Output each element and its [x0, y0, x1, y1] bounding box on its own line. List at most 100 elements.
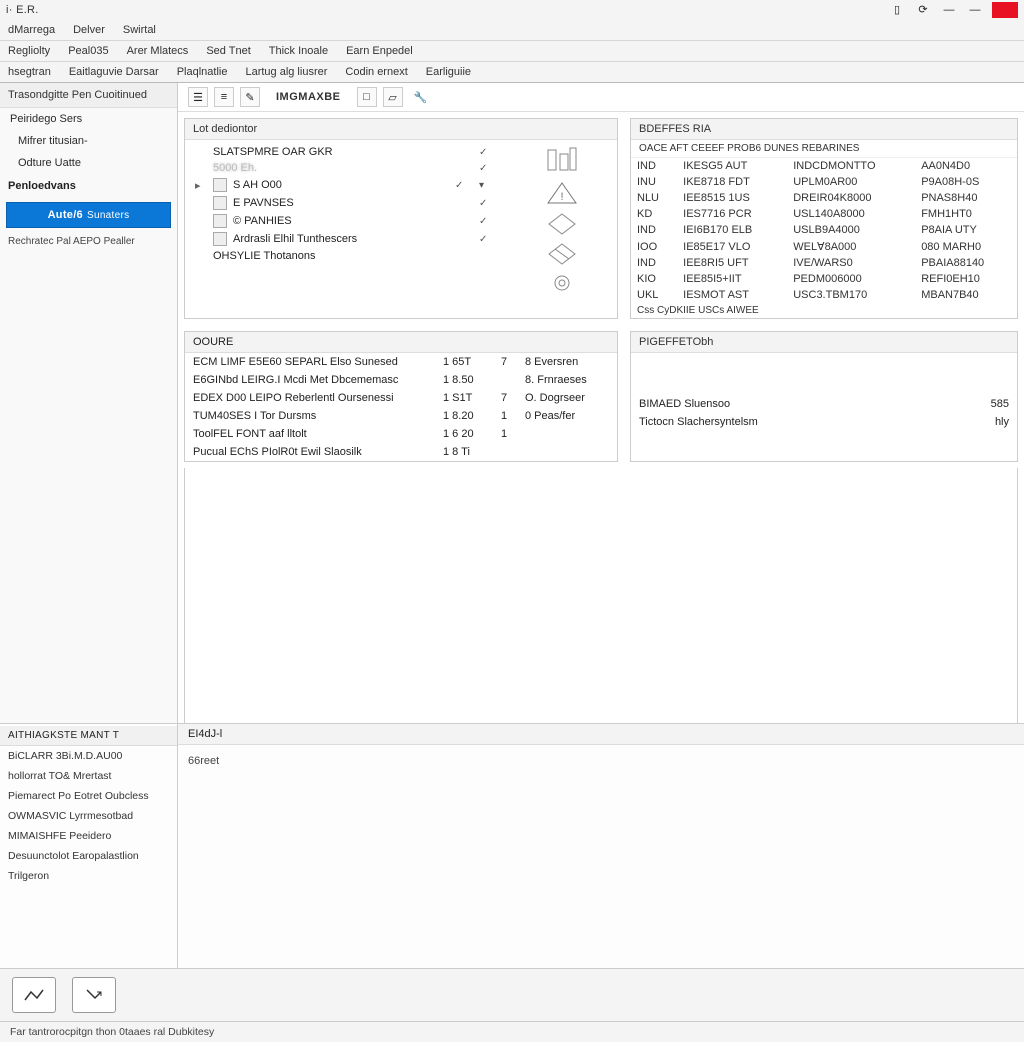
toolbar-btn-2[interactable]: ≡ — [214, 87, 234, 107]
menu2-item-1[interactable]: Peal035 — [68, 45, 108, 57]
table-row[interactable]: INDIEI6B170 ELBUSLB9A4000P8AIA UTY — [631, 222, 1017, 238]
win-icon-2[interactable]: ⟳ — [914, 3, 932, 17]
menu3-item-0[interactable]: hsegtran — [8, 66, 51, 78]
menu1-item-1[interactable]: Delver — [73, 24, 105, 36]
properties-header: PIGEFFETObh — [631, 332, 1017, 353]
diamond-icon — [547, 212, 577, 236]
illustration-column: ! — [507, 140, 617, 300]
lower-right-body: 66reet — [178, 745, 1024, 777]
table-row[interactable]: INDIKESG5 AUTINDCDMONTTOAA0N4D0 — [631, 158, 1017, 174]
menu2-item-2[interactable]: Arer Mlatecs — [127, 45, 189, 57]
close-button[interactable] — [992, 2, 1018, 18]
grid-header-label: OOURE — [185, 332, 617, 352]
lower-left-header: AITHIAGKSTE MANT T — [0, 726, 177, 746]
main-area: ☰ ≡ ✎ IMGMAXBE □ ▱ 🔧 Lot dediontor SLATS… — [178, 83, 1024, 723]
menu1-item-0[interactable]: dMarrega — [8, 24, 55, 36]
table-row[interactable]: IOOIE85E17 VLOWEL∀8A000080 MARH0 — [631, 238, 1017, 255]
brand-button[interactable]: Aute/6Sunaters — [6, 202, 171, 228]
table-row[interactable]: KDIES7716 PCRUSL140A8000FMH1HT0 — [631, 206, 1017, 222]
lower-right-tab[interactable]: EI4dJ-l — [178, 724, 1024, 745]
diamond-icon-2 — [547, 242, 577, 266]
menubar-2: Regliolty Peal035 Arer Mlatecs Sed Tnet … — [0, 41, 1024, 62]
data-panel-subheader: OACE AFT CEEEF PROB6 DUNES REBARINES — [631, 140, 1017, 158]
tree: SLATSPMRE OAR GKR✓ 5000 Eh.✓ ▸S AH O00✓▾… — [185, 140, 507, 300]
menu3-item-3[interactable]: Lartug alg liusrer — [245, 66, 327, 78]
ll-item[interactable]: MIMAISHFE Peeidero — [0, 826, 177, 846]
window-buttons: ▯ ⟳ — — — [888, 2, 1018, 18]
menu1-item-2[interactable]: Swirtal — [123, 24, 156, 36]
table-row[interactable]: NLUIEE8515 1USDREIR04K8000PNAS8H40 — [631, 190, 1017, 206]
ll-item[interactable]: Trilgeron — [0, 866, 177, 886]
lower-right-panel: EI4dJ-l 66reet — [178, 724, 1024, 968]
sidebar-section-title: Penloedvans — [0, 174, 177, 198]
tree-row: SLATSPMRE OAR GKR✓ — [185, 144, 507, 160]
statusbar: Far tantrorocpitgn thon 0taaes ral Dubki… — [0, 1021, 1024, 1042]
grid-row[interactable]: E6GINbd LEIRG.I Mcdi Met Dbcememasc1 8.5… — [185, 371, 617, 389]
menubar-1: dMarrega Delver Swirtal — [0, 20, 1024, 41]
ll-item[interactable]: OWMASVIC Lyrrmesotbad — [0, 806, 177, 826]
bottom-button-bar — [0, 968, 1024, 1021]
win-icon-3[interactable]: — — [940, 3, 958, 17]
triangle-warning-icon: ! — [545, 180, 579, 206]
sidebar-link-2[interactable]: Mifrer titusian- — [0, 130, 177, 152]
menu2-item-5[interactable]: Earn Enpedel — [346, 45, 413, 57]
ll-item[interactable]: hollorrat TO& Mrertast — [0, 766, 177, 786]
tree-row: 5000 Eh.✓ — [185, 160, 507, 176]
grid-row[interactable]: ECM LIMF E5E60 SEPARL Elso Sunesed1 65T7… — [185, 353, 617, 371]
tree-row: © PANHIES✓ — [185, 212, 507, 230]
table-row[interactable]: INDIEE8RI5 UFTIVE/WARS0PBAIA88140 — [631, 255, 1017, 271]
menu2-item-0[interactable]: Regliolty — [8, 45, 50, 57]
toolbar-label: IMGMAXBE — [276, 91, 341, 103]
menu3-item-4[interactable]: Codin ernext — [345, 66, 407, 78]
brand-sub: Sunaters — [87, 210, 129, 221]
ll-item[interactable]: Desuunctolot Earopalastlion — [0, 846, 177, 866]
menu2-item-3[interactable]: Sed Tnet — [206, 45, 250, 57]
bottom-button-1[interactable] — [12, 977, 56, 1013]
menu3-item-5[interactable]: Earliguiie — [426, 66, 471, 78]
wrench-icon[interactable]: 🔧 — [411, 87, 431, 107]
node-icon — [213, 214, 227, 228]
sidebar-link-1[interactable]: Peiridego Sers — [0, 108, 177, 130]
lower-region: AITHIAGKSTE MANT T BiCLARR 3Bi.M.D.AU00 … — [0, 723, 1024, 968]
menubar-3: hsegtran Eaitlaguvie Darsar Plaqlnatlie … — [0, 62, 1024, 83]
lower-left-panel: AITHIAGKSTE MANT T BiCLARR 3Bi.M.D.AU00 … — [0, 724, 178, 968]
grid-row[interactable]: EDEX D00 LEIPO Reberlentl Oursenessi1 S1… — [185, 389, 617, 407]
sidebar-tab[interactable]: Trasondgitte Pen Cuoitinued — [0, 83, 177, 108]
ll-item[interactable]: Piemarect Po Eotret Oubcless — [0, 786, 177, 806]
table-row[interactable]: UKLIESMOT ASTUSC3.TBM170MBAN7B40 — [631, 287, 1017, 303]
tree-panel-header: Lot dediontor — [185, 119, 617, 140]
toolbar-btn-1[interactable]: ☰ — [188, 87, 208, 107]
table-row[interactable]: KIOIEE85I5+IITPEDM006000REFI0EH10 — [631, 271, 1017, 287]
grid-row[interactable]: ToolFEL FONT aaf lltolt1 6 201 — [185, 425, 617, 443]
data-panel-trail: Css CyDKIIE USCs AIWEE — [631, 303, 1017, 318]
ll-item[interactable]: BiCLARR 3Bi.M.D.AU00 — [0, 746, 177, 766]
toolbar-btn-3[interactable]: ✎ — [240, 87, 260, 107]
titlebar: i· E.R. ▯ ⟳ — — — [0, 0, 1024, 20]
svg-text:!: ! — [560, 191, 563, 203]
toolbar-btn-4[interactable]: □ — [357, 87, 377, 107]
data-panel: BDEFFES RIA OACE AFT CEEEF PROB6 DUNES R… — [630, 118, 1018, 319]
sidebar-caption: Rechratec Pal AEPO Pealler — [0, 232, 177, 251]
tree-panel: Lot dediontor SLATSPMRE OAR GKR✓ 5000 Eh… — [184, 118, 618, 319]
minimize-button[interactable]: — — [966, 3, 984, 17]
property-row: BIMAED Sluensoo585 — [631, 395, 1017, 413]
menu2-item-4[interactable]: Thick Inoale — [269, 45, 328, 57]
sidebar-link-3[interactable]: Odture Uatte — [0, 152, 177, 174]
grid-row[interactable]: TUM40SES I Tor Dursms1 8.2010 Peas/fer — [185, 407, 617, 425]
win-icon-1[interactable]: ▯ — [888, 3, 906, 17]
tree-row: Ardrasli Elhil Tunthescers✓ — [185, 230, 507, 248]
node-icon — [213, 178, 227, 192]
table-row[interactable]: INUIKE8718 FDTUPLM0AR00P9A08H-0S — [631, 174, 1017, 190]
grid-header: OOURE — [185, 332, 617, 353]
menu3-item-2[interactable]: Plaqlnatlie — [177, 66, 228, 78]
gear-icon — [549, 272, 575, 294]
tree-row: ▸S AH O00✓▾ — [185, 176, 507, 194]
menu3-item-1[interactable]: Eaitlaguvie Darsar — [69, 66, 159, 78]
tree-row: E PAVNSES✓ — [185, 194, 507, 212]
tree-row: OHSYLIE Thotanons — [185, 248, 507, 264]
toolbar-btn-5[interactable]: ▱ — [383, 87, 403, 107]
building-icon — [542, 146, 582, 174]
toolbar: ☰ ≡ ✎ IMGMAXBE □ ▱ 🔧 — [178, 83, 1024, 112]
bottom-button-2[interactable] — [72, 977, 116, 1013]
grid-row[interactable]: Pucual EChS PIolR0t Ewil Slaosilk1 8 Ti — [185, 443, 617, 461]
